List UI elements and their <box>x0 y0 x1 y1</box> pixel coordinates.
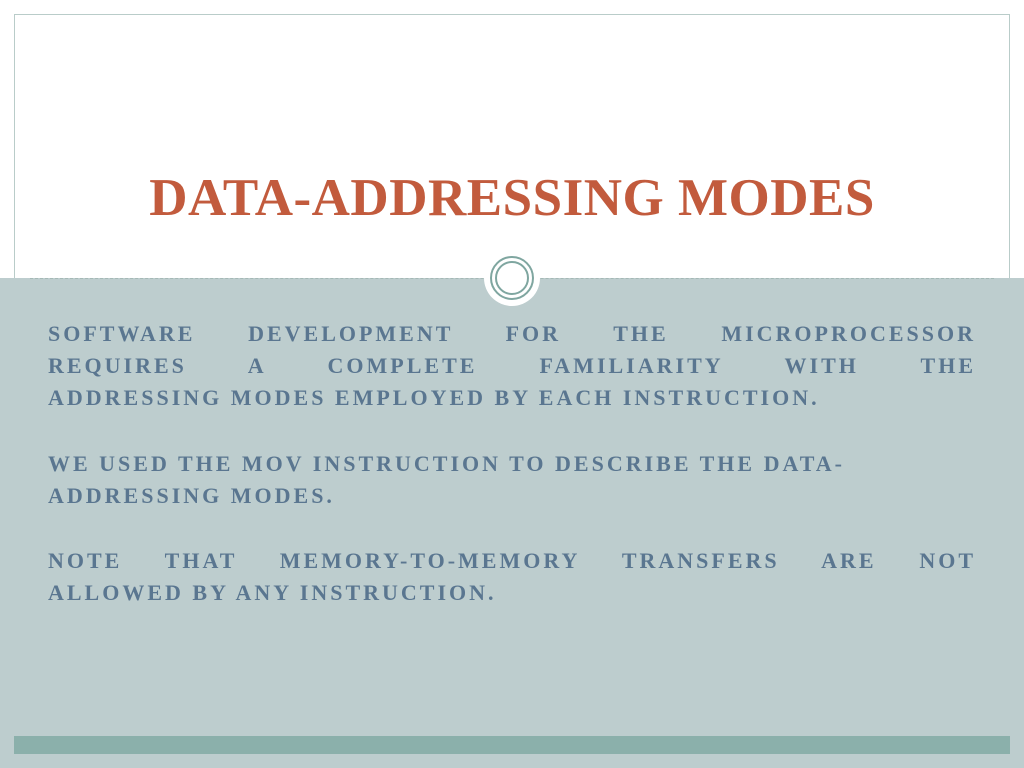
p3-line2: ALLOWED BY ANY INSTRUCTION. <box>48 577 976 609</box>
title-area: DATA-ADDRESSING MODES <box>0 0 1024 278</box>
paragraph-1: SOFTWARE DEVELOPMENT FOR THE MICROPROCES… <box>48 318 976 414</box>
p1-line2: REQUIRES A COMPLETE FAMILIARITY WITH THE <box>48 350 976 382</box>
divider-ring-outer <box>490 256 534 300</box>
slide: DATA-ADDRESSING MODES SOFTWARE DEVELOPME… <box>0 0 1024 768</box>
p3-line1: NOTE THAT MEMORY-TO-MEMORY TRANSFERS ARE… <box>48 545 976 577</box>
divider-ring-inner <box>495 261 529 295</box>
p1-line3: ADDRESSING MODES EMPLOYED BY EACH INSTRU… <box>48 382 976 414</box>
slide-title: DATA-ADDRESSING MODES <box>149 168 875 228</box>
divider-ornament <box>484 250 540 306</box>
content-area: SOFTWARE DEVELOPMENT FOR THE MICROPROCES… <box>48 318 976 643</box>
paragraph-2: WE USED THE MOV INSTRUCTION TO DESCRIBE … <box>48 448 976 512</box>
paragraph-3: NOTE THAT MEMORY-TO-MEMORY TRANSFERS ARE… <box>48 545 976 609</box>
footer-accent-bar <box>14 736 1010 754</box>
p1-line1: SOFTWARE DEVELOPMENT FOR THE MICROPROCES… <box>48 318 976 350</box>
